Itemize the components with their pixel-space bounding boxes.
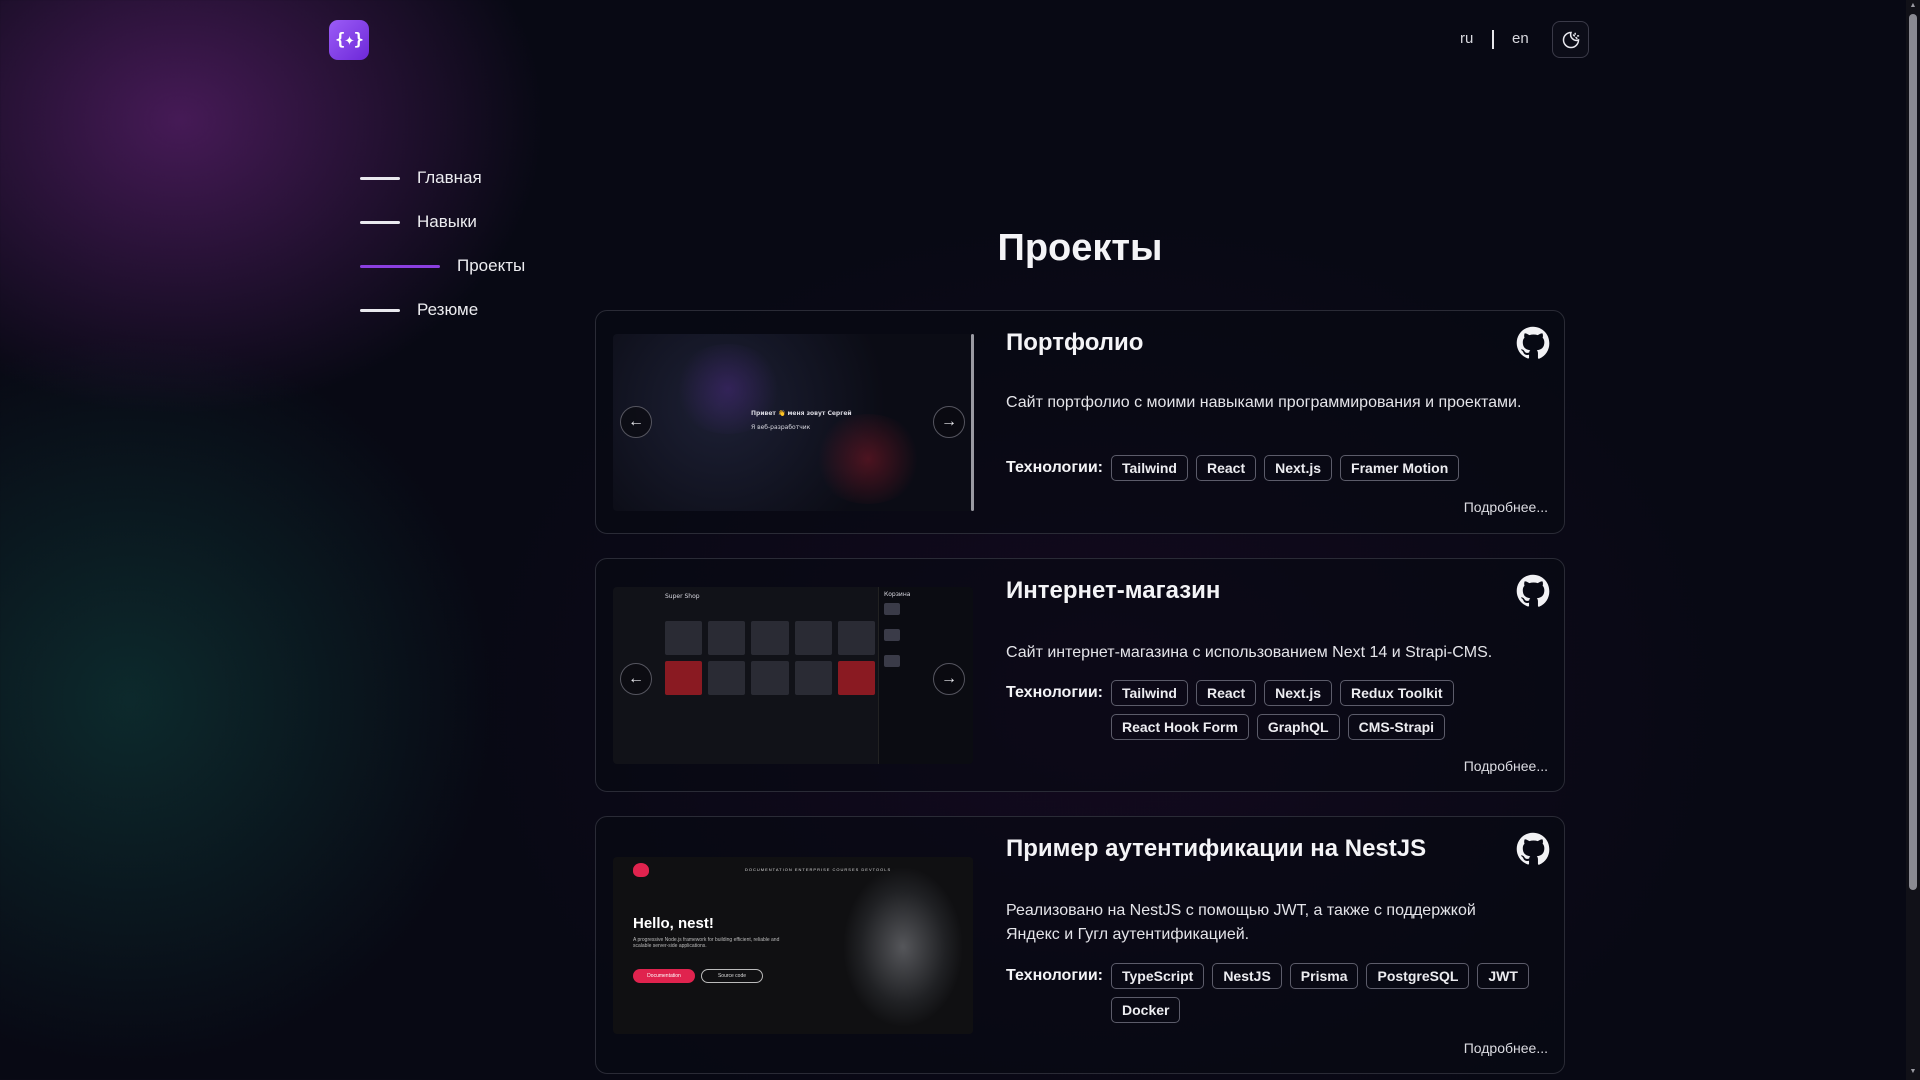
nav-item-resume[interactable]: Резюме [360,298,525,322]
tech-tag: Framer Motion [1340,455,1460,481]
screenshot-docs-button: Documentation [633,969,695,983]
theme-toggle-button[interactable] [1552,21,1589,58]
screenshot-cart-item [884,629,900,641]
screenshot-product [708,661,746,695]
project-description: Сайт интернет-магазина с использованием … [1006,644,1493,661]
tech-tag: Redux Toolkit [1340,680,1454,706]
tech-row: Технологии: Tailwind React Next.js Redux… [1006,680,1546,740]
tech-label: Технологии: [1006,684,1103,701]
tech-tag: TypeScript [1111,963,1205,989]
lang-separator [1492,30,1494,49]
scrollbar-thumb[interactable] [1909,14,1917,890]
tech-tag: Tailwind [1111,680,1188,706]
project-screenshot: DOCUMENTATION ENTERPRISE COURSES DEVTOOL… [613,857,973,1034]
tech-label: Технологии: [1006,459,1103,476]
more-link[interactable]: Подробнее... [1464,499,1548,515]
tech-tags: Tailwind React Next.js Framer Motion [1111,455,1546,481]
github-icon[interactable] [1516,832,1550,866]
tech-tag: React [1195,455,1257,481]
screenshot-hero-title: Hello, nest! [633,915,714,932]
screenshot-subtitle: Я веб-разработчик [751,424,811,431]
tech-tags: TypeScript NestJS Prisma PostgreSQL JWT … [1111,963,1546,1023]
tech-tag: Tailwind [1111,455,1188,481]
screenshot-glow [813,414,923,504]
more-link[interactable]: Подробнее... [1464,758,1548,774]
tech-tag: React Hook Form [1111,714,1249,740]
more-link[interactable]: Подробнее... [1464,1040,1548,1056]
screenshot-greeting: Привет 👋 меня зовут Сергей [751,410,852,417]
tech-tag: Docker [1111,997,1181,1023]
tech-tag: NestJS [1212,963,1282,989]
screenshot-cart-item [884,655,900,667]
screenshot-product [665,621,703,655]
screenshot-product [837,621,875,655]
project-card-shop: Super Shop Корзина ← → Интернет-магазин … [595,558,1565,792]
lang-en-link[interactable]: en [1512,30,1529,47]
nav-indicator-line [360,220,400,224]
nav-item-home[interactable]: Главная [360,166,525,190]
screenshot-product-grid [665,621,875,695]
project-description: Сайт портфолио с моими навыками программ… [1006,394,1522,411]
project-screenshot: Super Shop Корзина [613,587,973,764]
screenshot-product [751,621,789,655]
nav-indicator-line [360,308,400,312]
tech-row: Технологии: TypeScript NestJS Prisma Pos… [1006,963,1546,1023]
theme-toggle-icon [1562,31,1579,48]
project-card-nestjs-auth: DOCUMENTATION ENTERPRISE COURSES DEVTOOL… [595,816,1565,1074]
screenshot-divider [971,334,974,511]
scroll-up-icon[interactable]: ▲ [1909,2,1917,10]
github-icon[interactable] [1516,574,1550,608]
screenshot-cart-title: Корзина [884,591,911,598]
screenshot-nav: DOCUMENTATION ENTERPRISE COURSES DEVTOOL… [745,867,892,872]
screenshot-product [665,661,703,695]
screenshot-cat-image [833,857,973,1034]
tech-tag: CMS-Strapi [1347,714,1446,740]
screenshot-glow [673,344,783,434]
project-description: Реализовано на NestJS с помощью JWT, а т… [1006,902,1476,943]
tech-tag: Next.js [1264,680,1333,706]
carousel-next-button[interactable]: → [933,406,965,438]
carousel-prev-button[interactable]: ← [620,663,652,695]
tech-tag: JWT [1477,963,1529,989]
tech-label: Технологии: [1006,967,1103,984]
screenshot-source-button: Source code [701,969,763,983]
scroll-down-icon[interactable]: ▼ [1909,1068,1917,1076]
lang-ru-link[interactable]: ru [1460,30,1473,47]
page-title: Проекты [997,227,1163,269]
screenshot-product [794,621,832,655]
page-scrollbar[interactable]: ▲ ▼ [1906,0,1920,1080]
screenshot-product [751,661,789,695]
carousel-next-button[interactable]: → [933,663,965,695]
carousel-prev-button[interactable]: ← [620,406,652,438]
tech-row: Технологии: Tailwind React Next.js Frame… [1006,455,1546,481]
tech-tag: Prisma [1289,963,1359,989]
screenshot-shop-header: Super Shop [665,593,700,600]
project-screenshot: Привет 👋 меня зовут Сергей Я веб-разрабо… [613,334,973,511]
screenshot-product [794,661,832,695]
tech-tag: PostgreSQL [1366,963,1470,989]
tech-tags: Tailwind React Next.js Redux Toolkit Rea… [1111,680,1546,740]
project-card-portfolio: Привет 👋 меня зовут Сергей Я веб-разрабо… [595,310,1565,534]
nav-item-label: Главная [417,168,482,187]
github-icon[interactable] [1516,326,1550,360]
nestjs-logo [633,863,649,877]
screenshot-product [708,621,746,655]
tech-tag: React [1195,680,1257,706]
project-title: Портфолио [1006,329,1144,356]
nav-item-label: Резюме [417,300,479,319]
site-logo[interactable]: {✦} [329,20,369,60]
nav-indicator-line [360,176,400,180]
screenshot-product [837,661,875,695]
tech-tag: Next.js [1264,455,1333,481]
project-title: Пример аутентификации на NestJS [1006,835,1427,862]
tech-tag: GraphQL [1256,714,1340,740]
screenshot-hero-subtitle: A progressive Node.js framework for buil… [633,937,780,949]
screenshot-cart-item [884,603,900,615]
project-title: Интернет-магазин [1006,577,1221,604]
